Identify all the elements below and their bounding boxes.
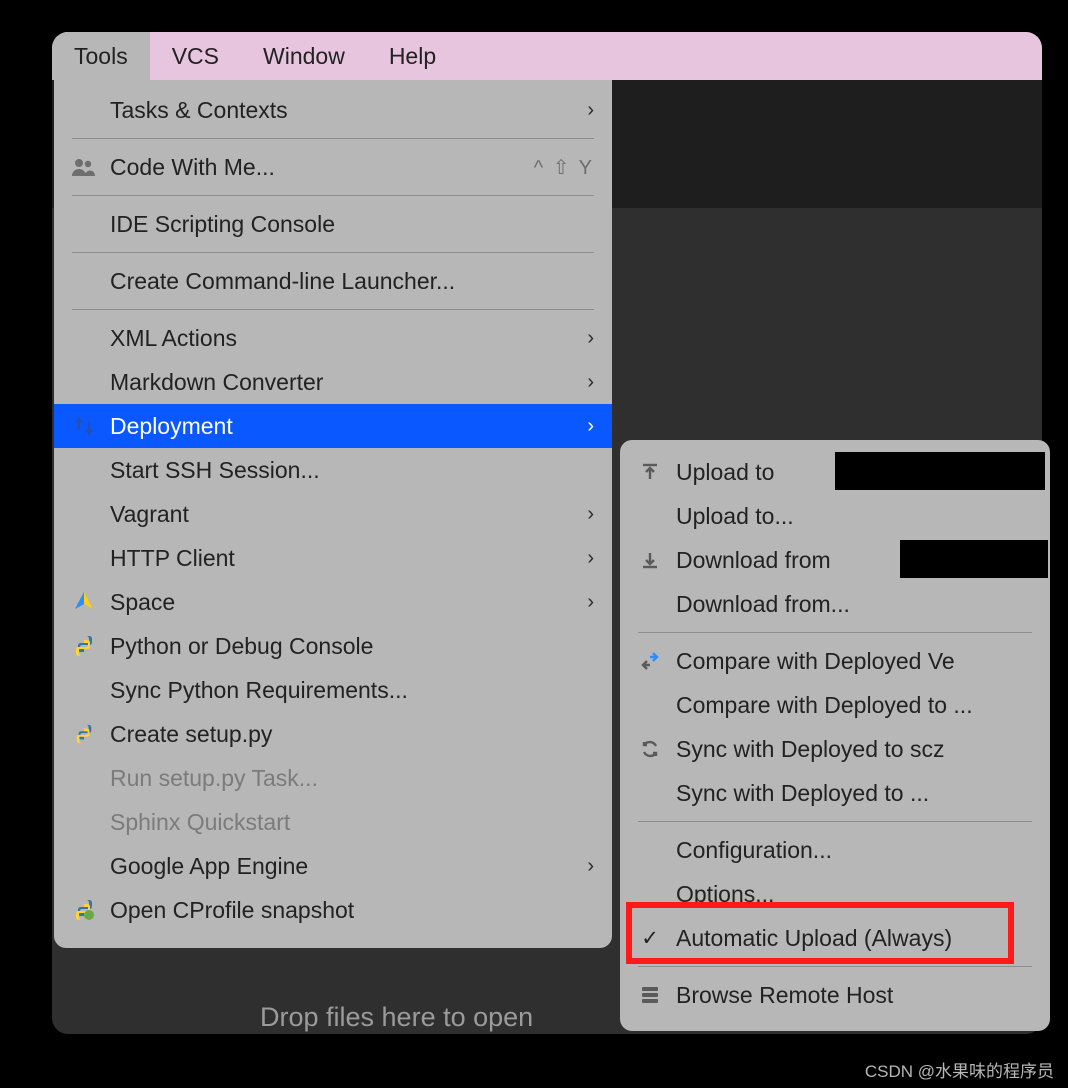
menu-python-debug-console[interactable]: Python or Debug Console [54,624,612,668]
drop-hint: Drop files here to open [260,1002,533,1033]
people-icon [70,153,98,181]
download-icon [636,546,664,574]
chevron-right-icon: › [587,371,594,394]
menu-separator [638,966,1032,967]
sub-configuration[interactable]: Configuration... [620,828,1050,872]
menu-separator [72,138,594,139]
chevron-right-icon: › [587,99,594,122]
sub-automatic-upload[interactable]: ✓ Automatic Upload (Always) [620,916,1050,960]
sub-compare-to[interactable]: Compare with Deployed to ... [620,683,1050,727]
menu-separator [72,309,594,310]
sync-icon [636,735,664,763]
redacted-box [900,540,1048,578]
space-icon [70,588,98,616]
redacted-box [835,452,1045,490]
chevron-right-icon: › [587,327,594,350]
menu-run-setup-task: Run setup.py Task... [54,756,612,800]
deployment-icon [70,412,98,440]
shortcut-text: ^ ⇧ Y [534,155,594,180]
menu-separator [638,821,1032,822]
menu-start-ssh[interactable]: Start SSH Session... [54,448,612,492]
watermark: CSDN @水果味的程序员 [865,1057,1054,1082]
python-icon [70,632,98,660]
menu-vagrant[interactable]: Vagrant› [54,492,612,536]
tools-dropdown: Tasks & Contexts› Code With Me... ^ ⇧ Y … [54,80,612,948]
menu-code-with-me[interactable]: Code With Me... ^ ⇧ Y [54,145,612,189]
menu-http-client[interactable]: HTTP Client› [54,536,612,580]
menu-sync-python-req[interactable]: Sync Python Requirements... [54,668,612,712]
menu-ide-scripting[interactable]: IDE Scripting Console [54,202,612,246]
sub-sync-default[interactable]: Sync with Deployed to scz [620,727,1050,771]
menu-separator [72,252,594,253]
menu-separator [638,632,1032,633]
server-icon [636,981,664,1009]
sub-sync-to[interactable]: Sync with Deployed to ... [620,771,1050,815]
menu-tools[interactable]: Tools [52,32,150,80]
menu-window[interactable]: Window [241,32,367,80]
upload-icon [636,458,664,486]
chevron-right-icon: › [587,547,594,570]
menu-vcs[interactable]: VCS [150,32,241,80]
chevron-right-icon: › [587,591,594,614]
menu-google-app-engine[interactable]: Google App Engine› [54,844,612,888]
chevron-right-icon: › [587,855,594,878]
menu-tasks-contexts[interactable]: Tasks & Contexts› [54,88,612,132]
menu-markdown-converter[interactable]: Markdown Converter› [54,360,612,404]
chevron-right-icon: › [587,415,594,438]
cprofile-icon [70,896,98,924]
menu-sphinx-quickstart: Sphinx Quickstart [54,800,612,844]
menu-help[interactable]: Help [367,32,458,80]
sub-compare-default[interactable]: Compare with Deployed Ve [620,639,1050,683]
menu-xml-actions[interactable]: XML Actions› [54,316,612,360]
python-file-icon [70,720,98,748]
check-icon: ✓ [636,924,664,952]
chevron-right-icon: › [587,503,594,526]
sub-download-from[interactable]: Download from... [620,582,1050,626]
menu-create-cli-launcher[interactable]: Create Command-line Launcher... [54,259,612,303]
menubar: Tools VCS Window Help [52,32,1042,80]
menu-separator [72,195,594,196]
sub-browse-remote-host[interactable]: Browse Remote Host [620,973,1050,1017]
compare-icon [636,647,664,675]
menu-space[interactable]: Space› [54,580,612,624]
sub-options[interactable]: Options... [620,872,1050,916]
menu-create-setup-py[interactable]: Create setup.py [54,712,612,756]
sub-upload-to[interactable]: Upload to... [620,494,1050,538]
menu-deployment[interactable]: Deployment› [54,404,612,448]
menu-open-cprofile[interactable]: Open CProfile snapshot [54,888,612,932]
deployment-submenu: Upload to Upload to... Download from Dow… [620,440,1050,1031]
